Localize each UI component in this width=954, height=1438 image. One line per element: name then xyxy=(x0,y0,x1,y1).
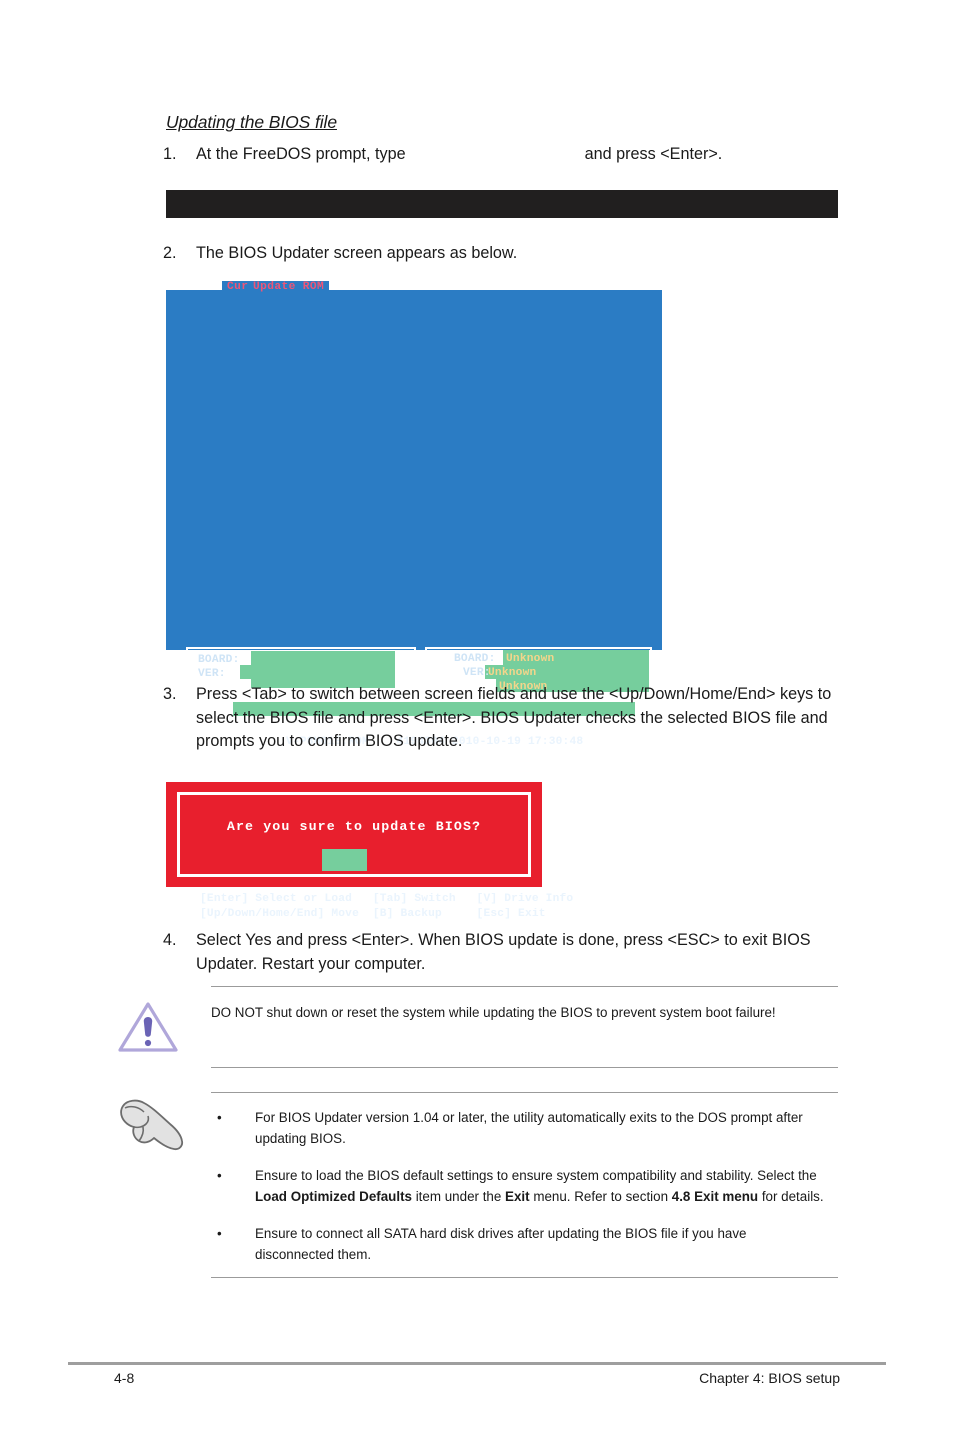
tip-bullet-3-text: Ensure to connect all SATA hard disk dri… xyxy=(255,1226,747,1262)
confirm-dialog-message: Are you sure to update BIOS? xyxy=(226,819,482,834)
bios-updater-screen: Current ROM BOARD: VER: Update ROM BOARD… xyxy=(166,281,662,928)
tip-bullet-3: • Ensure to connect all SATA hard disk d… xyxy=(211,1223,828,1265)
step-4-text: Select Yes and press <Enter>. When BIOS … xyxy=(196,931,811,973)
step-4: 4. Select Yes and press <Enter>. When BI… xyxy=(163,929,843,976)
step-2-number: 2. xyxy=(163,244,177,262)
tip-bullet-2-part-2: Load Optimized Defaults xyxy=(255,1189,412,1204)
warning-triangle-icon xyxy=(118,1002,178,1052)
step-3: 3. Press <Tab> to switch between screen … xyxy=(163,683,843,754)
redaction-current-ver xyxy=(240,665,395,679)
footer-page-number: 4-8 xyxy=(114,1370,135,1386)
current-rom-board-label: BOARD: xyxy=(198,654,240,666)
warning-note-bottom-rule xyxy=(211,1067,838,1068)
key-legend-panel: [Enter] Select or Load [Tab] Switch [V] … xyxy=(186,884,652,928)
pointing-hand-icon xyxy=(120,1099,184,1151)
footer-chapter: Chapter 4: BIOS setup xyxy=(699,1370,840,1386)
tip-bullet-2-part-3: item under the xyxy=(411,1189,506,1204)
current-rom-ver-label: VER: xyxy=(198,668,226,680)
confirm-dialog-border: Are you sure to update BIOS? xyxy=(177,792,531,877)
warning-note-text: DO NOT shut down or reset the system whi… xyxy=(211,1005,776,1020)
tip-bullet-2: • Ensure to load the BIOS default settin… xyxy=(211,1165,828,1207)
step-3-text: Press <Tab> to switch between screen fie… xyxy=(196,685,832,750)
bullet-marker: • xyxy=(217,1226,222,1241)
tip-note-top-rule xyxy=(211,1092,838,1093)
step-1-text: At the FreeDOS prompt, type and press <E… xyxy=(196,143,863,167)
warning-note: DO NOT shut down or reset the system whi… xyxy=(211,986,838,1068)
bullet-marker: • xyxy=(217,1110,222,1125)
tip-bullet-2-part-4: Exit xyxy=(505,1189,530,1204)
step-3-number: 3. xyxy=(163,685,177,703)
step-2-text: The BIOS Updater screen appears as below… xyxy=(196,244,518,262)
update-rom-ver-value: Unknown xyxy=(488,667,537,679)
tip-note-bottom-rule xyxy=(211,1277,838,1278)
step-4-number: 4. xyxy=(163,931,177,949)
tip-note-list: • For BIOS Updater version 1.04 or later… xyxy=(211,1107,828,1281)
step-1-text-before: At the FreeDOS prompt, type xyxy=(196,145,406,163)
document-page: Updating the BIOS file 1. At the FreeDOS… xyxy=(0,0,954,1438)
confirm-update-dialog: Are you sure to update BIOS? xyxy=(166,782,542,887)
key-legend-line-1: [Enter] Select or Load [Tab] Switch [V] … xyxy=(200,893,574,905)
section-heading: Updating the BIOS file xyxy=(166,112,337,132)
update-rom-ver-label: VER: xyxy=(463,667,491,679)
key-legend-line-2: [Up/Down/Home/End] Move [B] Backup [Esc]… xyxy=(200,908,546,920)
tip-bullet-2-part-7: for details. xyxy=(758,1189,824,1204)
step-1-text-after: and press <Enter>. xyxy=(584,145,723,163)
step-1-number: 1. xyxy=(163,145,177,163)
tip-bullet-1: • For BIOS Updater version 1.04 or later… xyxy=(211,1107,828,1149)
redaction-current-board xyxy=(251,651,395,665)
tip-bullet-2-part-1: Ensure to load the BIOS default settings… xyxy=(255,1168,817,1183)
tip-bullet-2-part-6: 4.8 Exit menu xyxy=(671,1189,759,1204)
bullet-marker: • xyxy=(217,1168,222,1183)
update-rom-title: Update ROM xyxy=(248,281,330,293)
update-rom-board-value: Unknown xyxy=(506,653,555,665)
update-rom-board-label: BOARD: xyxy=(454,653,496,665)
tip-bullet-2-part-5: menu. Refer to section xyxy=(529,1189,672,1204)
tip-note: • For BIOS Updater version 1.04 or later… xyxy=(211,1092,838,1278)
warning-note-top-rule xyxy=(211,986,838,987)
tip-bullet-1-text: For BIOS Updater version 1.04 or later, … xyxy=(255,1110,803,1146)
footer-rule xyxy=(68,1362,886,1365)
step-2: 2. The BIOS Updater screen appears as be… xyxy=(163,242,663,266)
redaction-confirm-buttons[interactable] xyxy=(322,849,367,871)
step-1: 1. At the FreeDOS prompt, type and press… xyxy=(163,143,863,167)
redaction-bar-command xyxy=(166,190,838,218)
